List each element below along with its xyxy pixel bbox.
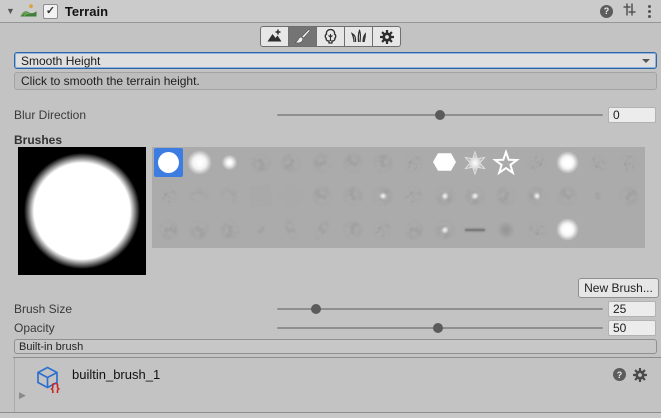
- terrain-inspector: ▼ ✓ Terrain ?: [0, 0, 661, 418]
- tool-paint-trees-button[interactable]: [316, 26, 345, 47]
- terrain-toolbar: [0, 26, 661, 47]
- brush-item-21[interactable]: [307, 182, 336, 211]
- blur-direction-label: Blur Direction: [14, 108, 86, 122]
- slider-track[interactable]: [277, 308, 603, 310]
- tool-help-box: Click to smooth the terrain height.: [14, 72, 657, 90]
- presets-icon[interactable]: [622, 2, 637, 20]
- brush-size-slider[interactable]: [277, 301, 603, 317]
- brush-item-34[interactable]: [215, 215, 244, 244]
- brush-item-30[interactable]: [584, 182, 613, 211]
- brush-item-27[interactable]: [492, 182, 521, 211]
- paint-tool-dropdown[interactable]: Smooth Height: [14, 52, 657, 69]
- footer-strip: [0, 413, 661, 418]
- brush-item-3[interactable]: [246, 148, 275, 177]
- brush-item-12[interactable]: [522, 148, 551, 177]
- component-header: ▼ ✓ Terrain ?: [0, 0, 661, 23]
- brush-item-44[interactable]: [522, 215, 551, 244]
- brush-item-10[interactable]: [461, 148, 490, 177]
- slider-thumb[interactable]: [433, 323, 443, 333]
- tool-terrain-settings-button[interactable]: [372, 26, 401, 47]
- tool-paint-details-button[interactable]: [344, 26, 373, 47]
- brush-item-6[interactable]: [338, 148, 367, 177]
- component-help-icon[interactable]: ?: [600, 5, 613, 18]
- brush-item-1[interactable]: [185, 148, 214, 177]
- asset-help-icon[interactable]: ?: [613, 368, 626, 381]
- opacity-field[interactable]: [608, 320, 656, 336]
- foldout-collapsed-icon[interactable]: ▶: [19, 391, 26, 400]
- blur-direction-field[interactable]: [608, 107, 656, 123]
- chevron-down-icon: [642, 59, 650, 63]
- brush-size-label: Brush Size: [14, 302, 72, 316]
- builtin-asset-name: builtin_brush_1: [72, 367, 160, 382]
- brush-item-19[interactable]: [246, 182, 275, 211]
- blur-direction-row: Blur Direction: [0, 107, 661, 123]
- brush-item-42[interactable]: [461, 215, 490, 244]
- svg-text:{}: {}: [51, 381, 61, 393]
- brush-item-28[interactable]: [522, 182, 551, 211]
- brush-item-43[interactable]: [492, 215, 521, 244]
- brush-item-24[interactable]: [400, 182, 429, 211]
- slider-thumb[interactable]: [311, 304, 321, 314]
- brush-item-7[interactable]: [369, 148, 398, 177]
- brush-item-17[interactable]: [185, 182, 214, 211]
- brushes-section-label: Brushes: [14, 133, 62, 147]
- kebab-menu-icon[interactable]: [646, 4, 653, 19]
- brush-item-32[interactable]: [154, 215, 183, 244]
- brush-item-14[interactable]: [584, 148, 613, 177]
- brush-item-22[interactable]: [338, 182, 367, 211]
- component-enabled-checkbox[interactable]: ✓: [43, 4, 58, 19]
- terrain-component-icon: [20, 3, 37, 20]
- brush-item-20[interactable]: [277, 182, 306, 211]
- opacity-row: Opacity: [0, 320, 661, 336]
- component-title: Terrain: [65, 4, 108, 19]
- brush-item-0[interactable]: [154, 148, 183, 177]
- new-brush-button[interactable]: New Brush...: [578, 278, 659, 298]
- brush-size-field[interactable]: [608, 301, 656, 317]
- brush-item-16[interactable]: [154, 182, 183, 211]
- brush-item-23[interactable]: [369, 182, 398, 211]
- foldout-expanded-icon[interactable]: ▼: [6, 7, 15, 16]
- brush-preview: [18, 147, 146, 275]
- blur-direction-slider[interactable]: [277, 107, 603, 123]
- brush-item-31[interactable]: [614, 182, 643, 211]
- brush-item-45[interactable]: [553, 215, 582, 244]
- brush-item-4[interactable]: [277, 148, 306, 177]
- brush-item-25[interactable]: [430, 182, 459, 211]
- opacity-label: Opacity: [14, 321, 55, 335]
- brush-grid: [152, 147, 645, 248]
- brush-item-29[interactable]: [553, 182, 582, 211]
- brush-item-36[interactable]: [277, 215, 306, 244]
- brush-size-row: Brush Size: [0, 301, 661, 317]
- brush-item-39[interactable]: [369, 215, 398, 244]
- brush-item-18[interactable]: [215, 182, 244, 211]
- brush-item-15[interactable]: [614, 148, 643, 177]
- slider-thumb[interactable]: [435, 110, 445, 120]
- tool-help-text: Click to smooth the terrain height.: [21, 74, 200, 88]
- brush-item-37[interactable]: [307, 215, 336, 244]
- brush-item-41[interactable]: [430, 215, 459, 244]
- paint-tool-dropdown-value: Smooth Height: [21, 54, 100, 68]
- tool-create-neighbor-terrains-button[interactable]: [260, 26, 289, 47]
- brush-item-38[interactable]: [338, 215, 367, 244]
- builtin-asset-section: {} builtin_brush_1 ? ▶: [14, 358, 661, 412]
- tool-paint-terrain-button[interactable]: [288, 26, 317, 47]
- scriptable-object-icon: {}: [36, 366, 64, 396]
- brush-item-35[interactable]: [246, 215, 275, 244]
- brush-item-5[interactable]: [307, 148, 336, 177]
- brush-item-2[interactable]: [215, 148, 244, 177]
- brush-item-33[interactable]: [185, 215, 214, 244]
- brush-item-11[interactable]: [492, 148, 521, 177]
- brush-item-40[interactable]: [400, 215, 429, 244]
- brush-item-13[interactable]: [553, 148, 582, 177]
- brush-item-8[interactable]: [400, 148, 429, 177]
- brush-item-26[interactable]: [461, 182, 490, 211]
- brush-item-9[interactable]: [430, 148, 459, 177]
- builtin-brush-bar[interactable]: Built-in brush: [14, 339, 657, 354]
- opacity-slider[interactable]: [277, 320, 603, 336]
- builtin-brush-bar-label: Built-in brush: [19, 341, 83, 353]
- asset-gear-icon[interactable]: [632, 367, 648, 386]
